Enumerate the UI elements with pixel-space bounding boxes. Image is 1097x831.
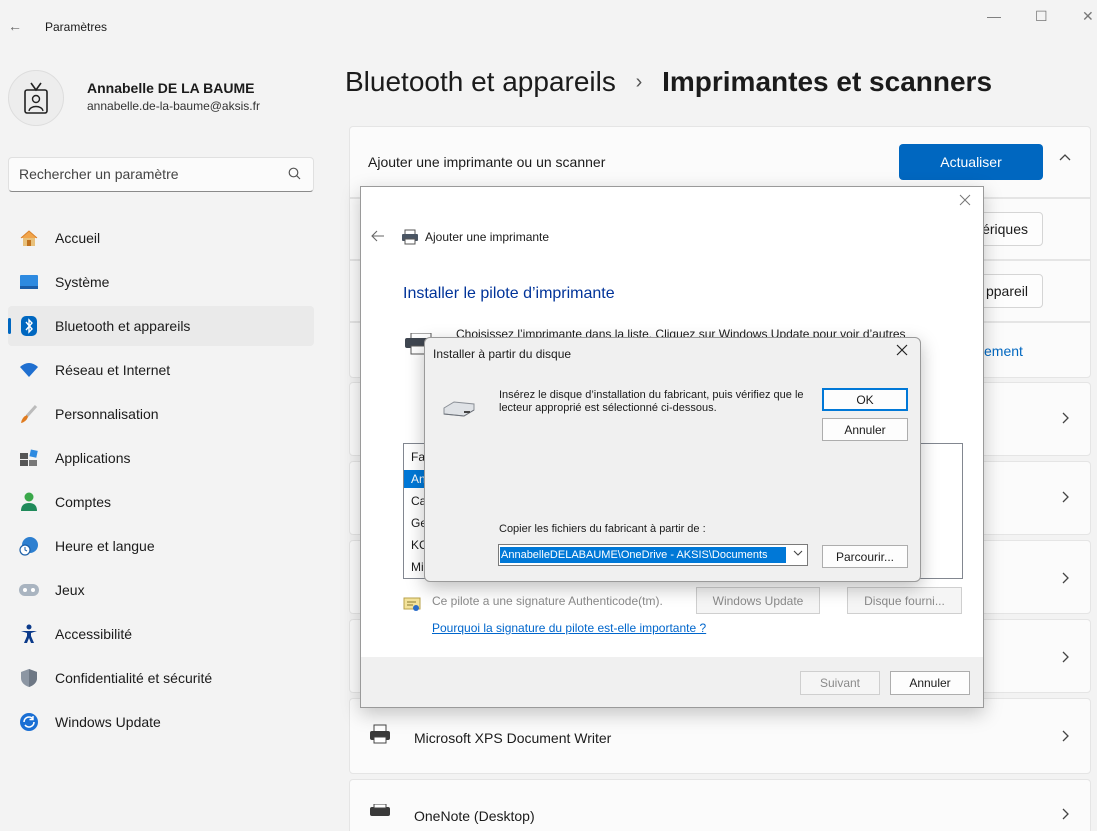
nav-label: Heure et langue — [55, 538, 155, 554]
chevron-down-icon[interactable] — [793, 548, 803, 561]
nav-label: Comptes — [55, 494, 112, 510]
nav-item-confidentialite[interactable]: Confidentialité et sécurité — [8, 658, 314, 698]
chevron-right-icon — [1058, 650, 1072, 669]
path-value[interactable]: AnnabelleDELABAUME\OneDrive - AKSIS\Docu… — [500, 547, 786, 563]
search-input[interactable] — [19, 166, 279, 182]
chevron-right-icon — [1058, 411, 1072, 430]
profile-name: Annabelle DE LA BAUME — [87, 80, 255, 96]
have-disk-button[interactable]: Disque fourni... — [847, 587, 962, 614]
printer-row-xps[interactable]: Microsoft XPS Document Writer — [349, 698, 1091, 774]
dialog-title: Ajouter une imprimante — [425, 230, 550, 244]
title-bar: ← Paramètres — ☐ ✕ — [0, 0, 1097, 52]
nav-label: Réseau et Internet — [55, 362, 171, 378]
nav-item-heure[interactable]: Heure et langue — [8, 526, 314, 566]
path-combobox[interactable]: AnnabelleDELABAUME\OneDrive - AKSIS\Docu… — [498, 544, 808, 566]
chevron-up-icon[interactable] — [1058, 151, 1072, 170]
disk-drive-icon — [442, 400, 476, 421]
nav-label: Accueil — [55, 230, 101, 246]
chevron-right-icon — [1058, 729, 1072, 748]
nav-item-personnalisation[interactable]: Personnalisation — [8, 394, 314, 434]
search-icon[interactable] — [288, 167, 301, 183]
back-arrow-icon[interactable] — [371, 229, 385, 245]
ok-button[interactable]: OK — [822, 388, 908, 411]
windows-update-button[interactable]: Windows Update — [696, 587, 820, 614]
printer-icon — [401, 229, 419, 248]
gamepad-icon — [18, 579, 40, 601]
copy-from-label: Copier les fichiers du fabricant à parti… — [499, 523, 706, 535]
bluetooth-icon — [18, 315, 40, 337]
maximize-icon[interactable]: ☐ — [1035, 8, 1048, 25]
back-icon[interactable]: ← — [8, 18, 22, 34]
cancel-button[interactable]: Annuler — [822, 418, 908, 441]
badge-icon — [24, 82, 48, 114]
window-title: Paramètres — [45, 20, 108, 34]
nav-item-applications[interactable]: Applications — [8, 438, 314, 478]
apps-icon — [18, 447, 40, 469]
next-button[interactable]: Suivant — [800, 671, 880, 695]
active-indicator — [8, 318, 11, 334]
printer-row-onenote[interactable]: OneNote (Desktop) — [349, 779, 1091, 831]
page-title: Imprimantes et scanners — [662, 66, 993, 97]
close-icon[interactable] — [959, 193, 971, 209]
nav-item-accueil[interactable]: Accueil — [8, 218, 314, 258]
nav-label: Applications — [55, 450, 131, 466]
printer-icon — [368, 724, 394, 747]
add-printer-label: Ajouter une imprimante ou un scanner — [368, 154, 606, 170]
refresh-button[interactable]: Actualiser — [899, 144, 1043, 180]
nav-item-bluetooth[interactable]: Bluetooth et appareils — [8, 306, 314, 346]
nav-label: Bluetooth et appareils — [55, 318, 191, 334]
person-icon — [18, 491, 40, 513]
shield-icon — [18, 667, 40, 689]
nav-label: Accessibilité — [55, 626, 133, 642]
brush-icon — [18, 403, 40, 425]
wifi-icon — [18, 359, 40, 381]
nav-label: Personnalisation — [55, 406, 159, 422]
nav-label: Système — [55, 274, 110, 290]
chevron-right-icon — [1058, 807, 1072, 826]
close-icon[interactable]: ✕ — [1082, 8, 1094, 25]
breadcrumb: Bluetooth et appareils › Imprimantes et … — [345, 66, 992, 98]
dialog-footer: Suivant Annuler — [361, 657, 983, 707]
install-from-disk-dialog: Installer à partir du disque Insérez le … — [424, 337, 921, 582]
system-icon — [18, 271, 40, 293]
printer-icon — [368, 803, 394, 823]
dialog-title: Installer à partir du disque — [433, 347, 572, 361]
nav-item-windows-update[interactable]: Windows Update — [8, 702, 314, 742]
cancel-button[interactable]: Annuler — [890, 671, 970, 695]
nav-item-jeux[interactable]: Jeux — [8, 570, 314, 610]
signature-text: Ce pilote a une signature Authenticode(t… — [432, 594, 663, 608]
avatar[interactable] — [8, 70, 64, 126]
browse-button[interactable]: Parcourir... — [822, 545, 908, 568]
nav-label: Jeux — [55, 582, 85, 598]
search-box — [8, 157, 314, 192]
update-icon — [18, 711, 40, 733]
printer-name: Microsoft XPS Document Writer — [414, 730, 612, 746]
certificate-icon — [403, 596, 421, 615]
chevron-right-icon — [1058, 490, 1072, 509]
breadcrumb-parent[interactable]: Bluetooth et appareils — [345, 66, 616, 97]
nav-item-accessibilite[interactable]: Accessibilité — [8, 614, 314, 654]
home-icon — [18, 227, 40, 249]
nav-item-systeme[interactable]: Système — [8, 262, 314, 302]
minimize-icon[interactable]: — — [987, 8, 1001, 24]
dialog-heading: Installer le pilote d’imprimante — [403, 285, 615, 302]
dialog-message: Insérez le disque d’installation du fabr… — [499, 389, 804, 414]
nav-label: Windows Update — [55, 714, 161, 730]
nav-item-comptes[interactable]: Comptes — [8, 482, 314, 522]
profile-email: annabelle.de-la-baume@aksis.fr — [87, 99, 260, 113]
signature-info-link[interactable]: Pourquoi la signature du pilote est-elle… — [432, 621, 706, 635]
nav-label: Confidentialité et sécurité — [55, 670, 213, 686]
clock-globe-icon — [18, 535, 40, 557]
chevron-right-icon — [1058, 571, 1072, 590]
close-icon[interactable] — [896, 343, 908, 360]
breadcrumb-separator: › — [635, 71, 643, 93]
nav-item-reseau[interactable]: Réseau et Internet — [8, 350, 314, 390]
accessibility-icon — [18, 623, 40, 645]
printer-name: OneNote (Desktop) — [414, 808, 535, 824]
